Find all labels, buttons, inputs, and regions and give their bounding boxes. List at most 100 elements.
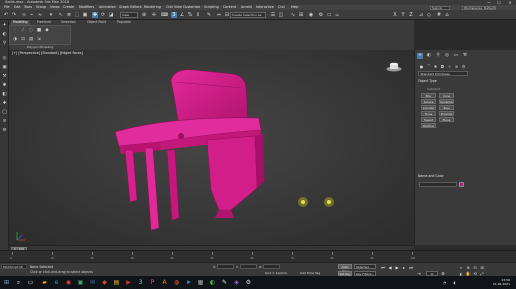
telegram-icon[interactable]: ➤ [184, 278, 193, 287]
edge-icon[interactable]: ⁄ [20, 28, 26, 34]
time-configuration-icon[interactable]: ⚙ [440, 271, 446, 276]
utilities-tab-icon[interactable]: ⚒ [462, 53, 468, 59]
3ds-max-icon[interactable]: 3 [136, 278, 145, 287]
plane-button[interactable]: Plane [439, 117, 454, 122]
primitive-type-dropdown[interactable]: Standard Primitives [418, 71, 468, 76]
torus-button[interactable]: Torus [421, 111, 436, 116]
sphere-button[interactable]: Sphere [421, 99, 436, 104]
sign-in-dropdown[interactable]: Sign In [430, 5, 450, 10]
workspaces-dropdown[interactable]: Workspaces: Default [462, 5, 496, 10]
key-mode-icon[interactable]: ⇥ [416, 271, 422, 276]
cameras-icon[interactable]: ◘ [440, 64, 445, 69]
space-warp-icon[interactable]: ≋ [2, 119, 8, 125]
system-clock[interactable]: 13:50 21.05.2021 [493, 278, 510, 287]
tab-object-paint[interactable]: Object Paint [85, 20, 108, 25]
textplus-button[interactable]: TextPlus [421, 123, 436, 128]
polygon-modeling-label[interactable]: Polygon Modeling [9, 45, 71, 49]
media-icon[interactable]: ▶ [124, 278, 133, 287]
zoom-extents-all-icon[interactable]: ⊞ [479, 265, 485, 270]
reference-coordinate-dropdown[interactable]: View [120, 12, 138, 18]
create-icon[interactable]: ✦ [2, 23, 8, 29]
x-axis-constraint-icon[interactable]: X [392, 12, 398, 18]
object-color-swatch[interactable] [459, 182, 464, 187]
hierarchy-tab-icon[interactable]: ⚲ [435, 53, 441, 59]
modify-mode-icon[interactable]: ◑ [12, 37, 18, 43]
settings-icon[interactable]: ⚙ [244, 278, 253, 287]
go-to-start-icon[interactable]: ⏮ [380, 265, 386, 270]
chair-model[interactable] [9, 50, 414, 245]
utilities-icon[interactable]: ⚒ [2, 74, 8, 80]
bind-space-warp-icon[interactable]: ≈ [37, 12, 43, 18]
maxscript-listener[interactable]: MAXScript Mi [1, 264, 27, 269]
perspective-viewport[interactable]: [+] [Perspective] [Standard] [Edged Face… [9, 50, 414, 245]
zoom-icon[interactable]: ⌕ [458, 265, 464, 270]
edit-named-selection-icon[interactable]: ✎ [206, 12, 212, 18]
named-selection-set-dropdown[interactable]: Create Selection Se [230, 12, 266, 18]
maximize-viewport-icon[interactable]: ⤢ [479, 271, 485, 276]
select-by-name-icon[interactable]: ≣ [66, 12, 72, 18]
element-icon[interactable]: ◆ [44, 28, 50, 34]
display-icon[interactable]: ▣ [2, 65, 8, 71]
xy-plane-icon[interactable]: ⊿ [418, 12, 424, 18]
mail-icon[interactable]: ✉ [88, 278, 97, 287]
shape-icon[interactable]: ◯ [2, 110, 8, 116]
lights-icon[interactable]: ✸ [433, 64, 438, 69]
space-warps-icon[interactable]: ≋ [454, 64, 459, 69]
tube-button[interactable]: Tube [439, 105, 454, 110]
name-and-color-rollout[interactable]: Name and Color [418, 174, 466, 178]
cylinder-button[interactable]: Cylinder [421, 105, 436, 110]
current-frame-field[interactable]: 0 [426, 270, 438, 276]
app-icon[interactable]: ◈ [232, 278, 241, 287]
shapes-icon[interactable]: ⌒ [426, 64, 431, 69]
layer-explorer-icon[interactable]: ◫ [278, 12, 284, 18]
chrome-icon[interactable]: ◉ [64, 278, 73, 287]
edit-poly-icon[interactable]: ◇ [426, 12, 432, 18]
previous-frame-icon[interactable]: ◀ [387, 265, 393, 270]
use-displacement-icon[interactable]: ⇲ [36, 37, 42, 43]
helpers-icon[interactable]: ⊹ [447, 64, 452, 69]
teapot-button[interactable]: Teapot [421, 117, 436, 122]
display-tab-icon[interactable]: ▭ [453, 53, 459, 59]
render-production-icon[interactable]: ☕ [334, 12, 340, 18]
rectangular-selection-icon[interactable]: ⬚ [74, 12, 80, 18]
select-and-scale-icon[interactable]: ◪ [108, 12, 114, 18]
illustrator-icon[interactable]: A [160, 278, 169, 287]
camera-icon[interactable]: ◧ [2, 92, 8, 98]
zoom-extents-icon[interactable]: ⊡ [472, 265, 478, 270]
home-grid-icon[interactable]: ⌂ [444, 12, 450, 18]
notepad-icon[interactable]: ✎ [220, 278, 229, 287]
file-explorer-icon[interactable]: ▰ [40, 278, 49, 287]
select-and-rotate-icon[interactable]: ⟳ [100, 12, 106, 18]
systems-icon[interactable]: ⚙ [2, 128, 8, 134]
modify-tab-icon[interactable]: ◐ [426, 53, 432, 59]
systems-icon[interactable]: ⚙ [461, 64, 466, 69]
polygon-icon[interactable]: ■ [36, 28, 42, 34]
create-tab-icon[interactable]: + [417, 53, 423, 59]
folder-icon[interactable]: ▤ [112, 278, 121, 287]
task-view-icon[interactable]: ▭ [26, 278, 35, 287]
geometry-icon[interactable]: ● [419, 64, 424, 69]
keyboard-shortcut-icon[interactable]: ⌨ [161, 12, 168, 18]
window-crossing-icon[interactable]: ▣ [82, 12, 88, 18]
hierarchy-icon[interactable]: ⚲ [2, 41, 8, 47]
network-icon[interactable]: ◔ [440, 278, 449, 287]
calculator-icon[interactable]: ▦ [196, 278, 205, 287]
object-name-input[interactable] [419, 182, 457, 187]
y-coordinate-field[interactable] [240, 264, 257, 269]
material-editor-icon[interactable]: ◉ [308, 12, 314, 18]
set-key-button[interactable]: Set Key [338, 270, 352, 276]
viewcube-icon[interactable] [386, 62, 402, 72]
auto-key-button[interactable]: Auto Key [338, 264, 352, 273]
pyramid-button[interactable]: Pyramid [439, 111, 454, 116]
grid-icon[interactable]: # [436, 12, 442, 18]
select-object-icon[interactable]: ↖ [58, 12, 64, 18]
y-axis-constraint-icon[interactable]: Y [400, 12, 406, 18]
geosphere-button[interactable]: GeoSphere [439, 99, 454, 104]
edge-browser-icon[interactable]: e [52, 278, 61, 287]
select-and-move-icon[interactable]: ✥ [92, 12, 98, 18]
pivot-center-icon[interactable]: ⊕ [141, 12, 147, 18]
vertex-icon[interactable]: · [12, 28, 18, 34]
object-type-rollout[interactable]: Object Type [418, 79, 466, 83]
volume-icon[interactable]: ◖ [450, 278, 459, 287]
preserve-uvs-icon[interactable]: ⊡ [20, 37, 26, 43]
